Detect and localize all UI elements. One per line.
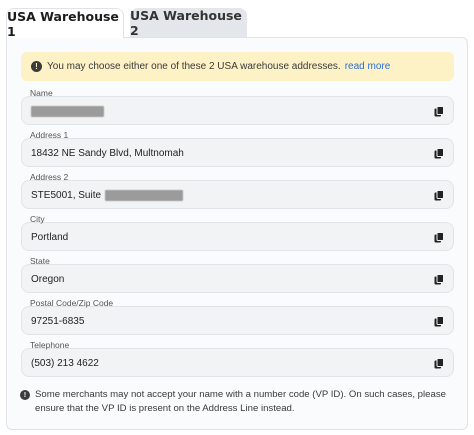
field-label: Address 1 xyxy=(30,130,69,140)
address2-field[interactable]: Address 2 STE5001, Suite xyxy=(21,172,454,209)
notice-text: You may choose either one of these 2 USA… xyxy=(47,61,341,72)
field-label: Postal Code/Zip Code xyxy=(30,298,114,308)
tab-usa-warehouse-1[interactable]: USA Warehouse 1 xyxy=(6,8,124,39)
field-value: (503) 213 4622 xyxy=(31,358,99,369)
address-panel: ! You may choose either one of these 2 U… xyxy=(6,37,468,430)
redacted-name xyxy=(31,106,104,117)
field-value: 97251-6835 xyxy=(31,316,85,327)
copy-icon[interactable] xyxy=(434,274,444,285)
info-icon: ! xyxy=(20,390,30,400)
address1-field[interactable]: Address 1 18432 NE Sandy Blvd, Multnomah xyxy=(21,130,454,167)
postal-code-field[interactable]: Postal Code/Zip Code 97251-6835 xyxy=(21,298,454,335)
footnote-text: Some merchants may not accept your name … xyxy=(35,389,446,414)
warehouse-tabs: USA Warehouse 1 USA Warehouse 2 xyxy=(6,8,468,39)
info-icon: ! xyxy=(31,61,42,72)
address2-text: STE5001, Suite xyxy=(31,190,102,201)
field-value xyxy=(31,106,104,117)
copy-icon[interactable] xyxy=(434,316,444,327)
copy-icon[interactable] xyxy=(434,106,444,117)
vp-id-footnote: ! Some merchants may not accept your nam… xyxy=(20,388,456,416)
field-label: City xyxy=(30,214,45,224)
read-more-link[interactable]: read more xyxy=(345,61,391,72)
field-value: STE5001, Suite xyxy=(31,190,184,201)
redacted-suite xyxy=(105,190,184,201)
field-label: State xyxy=(30,256,50,266)
copy-icon[interactable] xyxy=(434,148,444,159)
telephone-field[interactable]: Telephone (503) 213 4622 xyxy=(21,340,454,377)
notice-banner: ! You may choose either one of these 2 U… xyxy=(21,52,454,81)
copy-icon[interactable] xyxy=(434,190,444,201)
field-label: Address 2 xyxy=(30,172,69,182)
tab-usa-warehouse-2[interactable]: USA Warehouse 2 xyxy=(130,8,247,38)
copy-icon[interactable] xyxy=(434,232,444,243)
field-value: 18432 NE Sandy Blvd, Multnomah xyxy=(31,148,184,159)
copy-icon[interactable] xyxy=(434,358,444,369)
field-label: Telephone xyxy=(30,340,70,350)
field-value: Oregon xyxy=(31,274,65,285)
field-value: Portland xyxy=(31,232,69,243)
name-field[interactable]: Name xyxy=(21,88,454,125)
city-field[interactable]: City Portland xyxy=(21,214,454,251)
state-field[interactable]: State Oregon xyxy=(21,256,454,293)
field-label: Name xyxy=(30,88,53,98)
